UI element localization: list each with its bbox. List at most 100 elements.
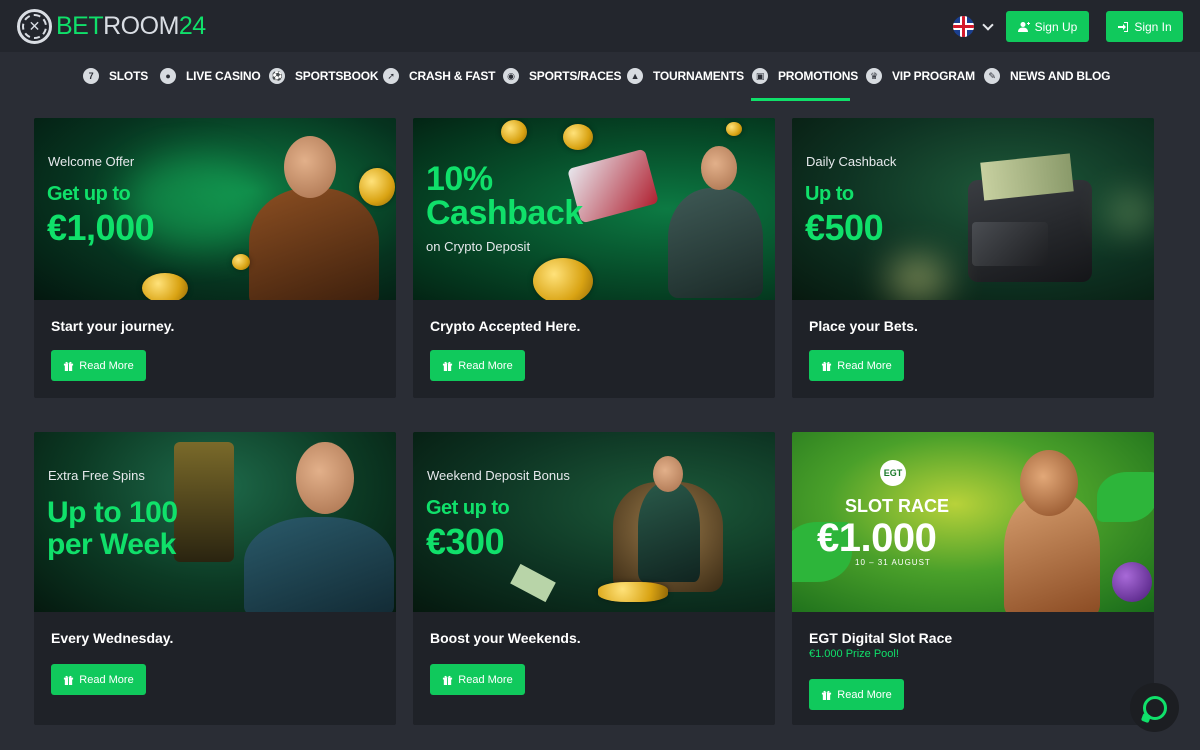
banner-amount: €1,000 [47,207,155,248]
card-title: Place your Bets. [809,318,918,334]
read-more-button[interactable]: Read More [430,350,525,381]
promo-card-welcome-offer: Welcome Offer Get up to €1,000 Start you… [34,118,396,398]
nav-item-sports-races[interactable]: ◉ SPORTS/RACES [503,52,621,100]
slot-machine-image [174,442,234,562]
nav-item-promotions[interactable]: ▣ PROMOTIONS [752,52,858,100]
read-more-label: Read More [458,359,513,372]
nav-label: NEWS AND BLOG [1010,69,1111,83]
nav-label: SLOTS [109,69,149,83]
top-header: ✕ BETROOM24 Sign Up Sign In [0,0,1200,52]
nav-item-crash-fast[interactable]: ➚ CRASH & FAST [383,52,495,100]
roulette-logo-icon: ✕ [17,8,52,44]
leaf-image [1097,472,1154,522]
read-more-button[interactable]: Read More [51,350,146,381]
read-more-label: Read More [837,359,892,372]
nav-label: SPORTS/RACES [529,69,622,83]
promo-banner[interactable]: 10% Cashback on Crypto Deposit [413,118,775,300]
banner-headline: 10% [426,160,493,198]
banner-kicker: Weekend Deposit Bonus [427,468,570,483]
banner-kicker: Daily Cashback [806,154,897,169]
nav-item-tournaments[interactable]: ▲ TOURNAMENTS [627,52,744,100]
card-title: Boost your Weekends. [430,630,581,646]
woman-head-image [1020,450,1078,516]
banner-amount: €1.000 [817,516,937,560]
read-more-button[interactable]: Read More [430,664,525,695]
banner-amount: €500 [805,207,884,248]
banner-subline: on Crypto Deposit [426,239,531,254]
nav-label: PROMOTIONS [778,69,859,83]
nav-item-live-casino[interactable]: ● LIVE CASINO [160,52,261,100]
nav-label: LIVE CASINO [186,69,261,83]
news-icon: ✎ [984,68,1000,84]
man-head-image [296,442,354,514]
promo-banner[interactable]: Daily Cashback Up to €500 [792,118,1154,300]
banner-headline: Up to [805,183,854,205]
card-title: EGT Digital Slot Race [809,630,953,646]
plum-image [1112,562,1152,602]
man-in-suit-image [249,188,379,300]
crash-fast-icon: ➚ [383,68,399,84]
crown-icon: ♛ [866,68,882,84]
read-more-label: Read More [458,673,513,686]
man-flying-image [668,188,763,298]
man-head-image [653,456,683,492]
promo-card-crypto-cashback: 10% Cashback on Crypto Deposit Crypto Ac… [413,118,775,398]
coin-icon [726,122,742,136]
logo-num: 24 [178,11,206,40]
coin-icon [232,254,250,270]
live-chat-button[interactable] [1130,683,1179,732]
sign-up-button[interactable]: Sign Up [1006,11,1089,42]
read-more-button[interactable]: Read More [51,664,146,695]
banner-amount: Cashback [426,194,583,232]
credit-card-image [972,222,1048,266]
promo-banner[interactable]: Welcome Offer Get up to €1,000 [34,118,396,300]
coin-icon [142,273,188,300]
nav-label: SPORTSBOOK [295,69,379,83]
promo-banner[interactable]: Weekend Deposit Bonus Get up to €300 [413,432,775,612]
banner-amount: per Week [47,528,176,561]
banner-headline: Get up to [426,497,510,519]
man-head-image [284,136,336,198]
banner-amount: €300 [426,521,505,562]
slots-icon: 7 [83,68,99,84]
gift-icon [64,361,74,371]
promo-banner[interactable]: EGT SLOT RACE €1.000 10 – 31 AUGUST [792,432,1154,612]
gift-icon [64,675,74,685]
user-plus-icon [1017,21,1030,32]
language-selector[interactable] [953,16,994,37]
banner-kicker: Extra Free Spins [48,468,145,483]
read-more-button[interactable]: Read More [809,350,904,381]
read-more-label: Read More [837,688,892,701]
gift-icon [822,690,832,700]
card-title: Every Wednesday. [51,630,174,646]
sports-races-icon: ◉ [503,68,519,84]
sign-up-label: Sign Up [1034,19,1078,34]
logo-room: ROOM [103,11,179,40]
banner-headline: Up to 100 [47,496,178,529]
nav-label: VIP PROGRAM [892,69,975,83]
gift-icon [822,361,832,371]
uk-flag-icon [953,16,974,37]
nav-item-vip-program[interactable]: ♛ VIP PROGRAM [866,52,975,100]
nav-item-news-and-blog[interactable]: ✎ NEWS AND BLOG [984,52,1110,100]
gift-icon [443,675,453,685]
banknote-image [510,563,556,603]
promo-card-egt-slot-race: EGT SLOT RACE €1.000 10 – 31 AUGUST EGT … [792,432,1154,725]
read-more-button[interactable]: Read More [809,679,904,710]
card-title: Start your journey. [51,318,175,334]
man-in-armchair-image [638,482,700,582]
chevron-down-icon [982,18,994,31]
main-nav: 7 SLOTS ● LIVE CASINO ⚽ SPORTSBOOK ➚ CRA… [0,52,1200,100]
read-more-label: Read More [79,673,134,686]
nav-item-slots[interactable]: 7 SLOTS [83,52,148,100]
card-title: Crypto Accepted Here. [430,318,581,334]
promo-banner[interactable]: Extra Free Spins Up to 100 per Week [34,432,396,612]
promo-card-daily-cashback: Daily Cashback Up to €500 Place your Bet… [792,118,1154,398]
nav-item-sportsbook[interactable]: ⚽ SPORTSBOOK [269,52,379,100]
man-head-image [701,146,737,190]
betroom24-logo[interactable]: ✕ BETROOM24 [17,8,206,44]
coin-icon [563,124,593,150]
sign-in-button[interactable]: Sign In [1106,11,1183,42]
banner-dates: 10 – 31 AUGUST [855,558,931,567]
banner-headline: SLOT RACE [845,496,950,516]
